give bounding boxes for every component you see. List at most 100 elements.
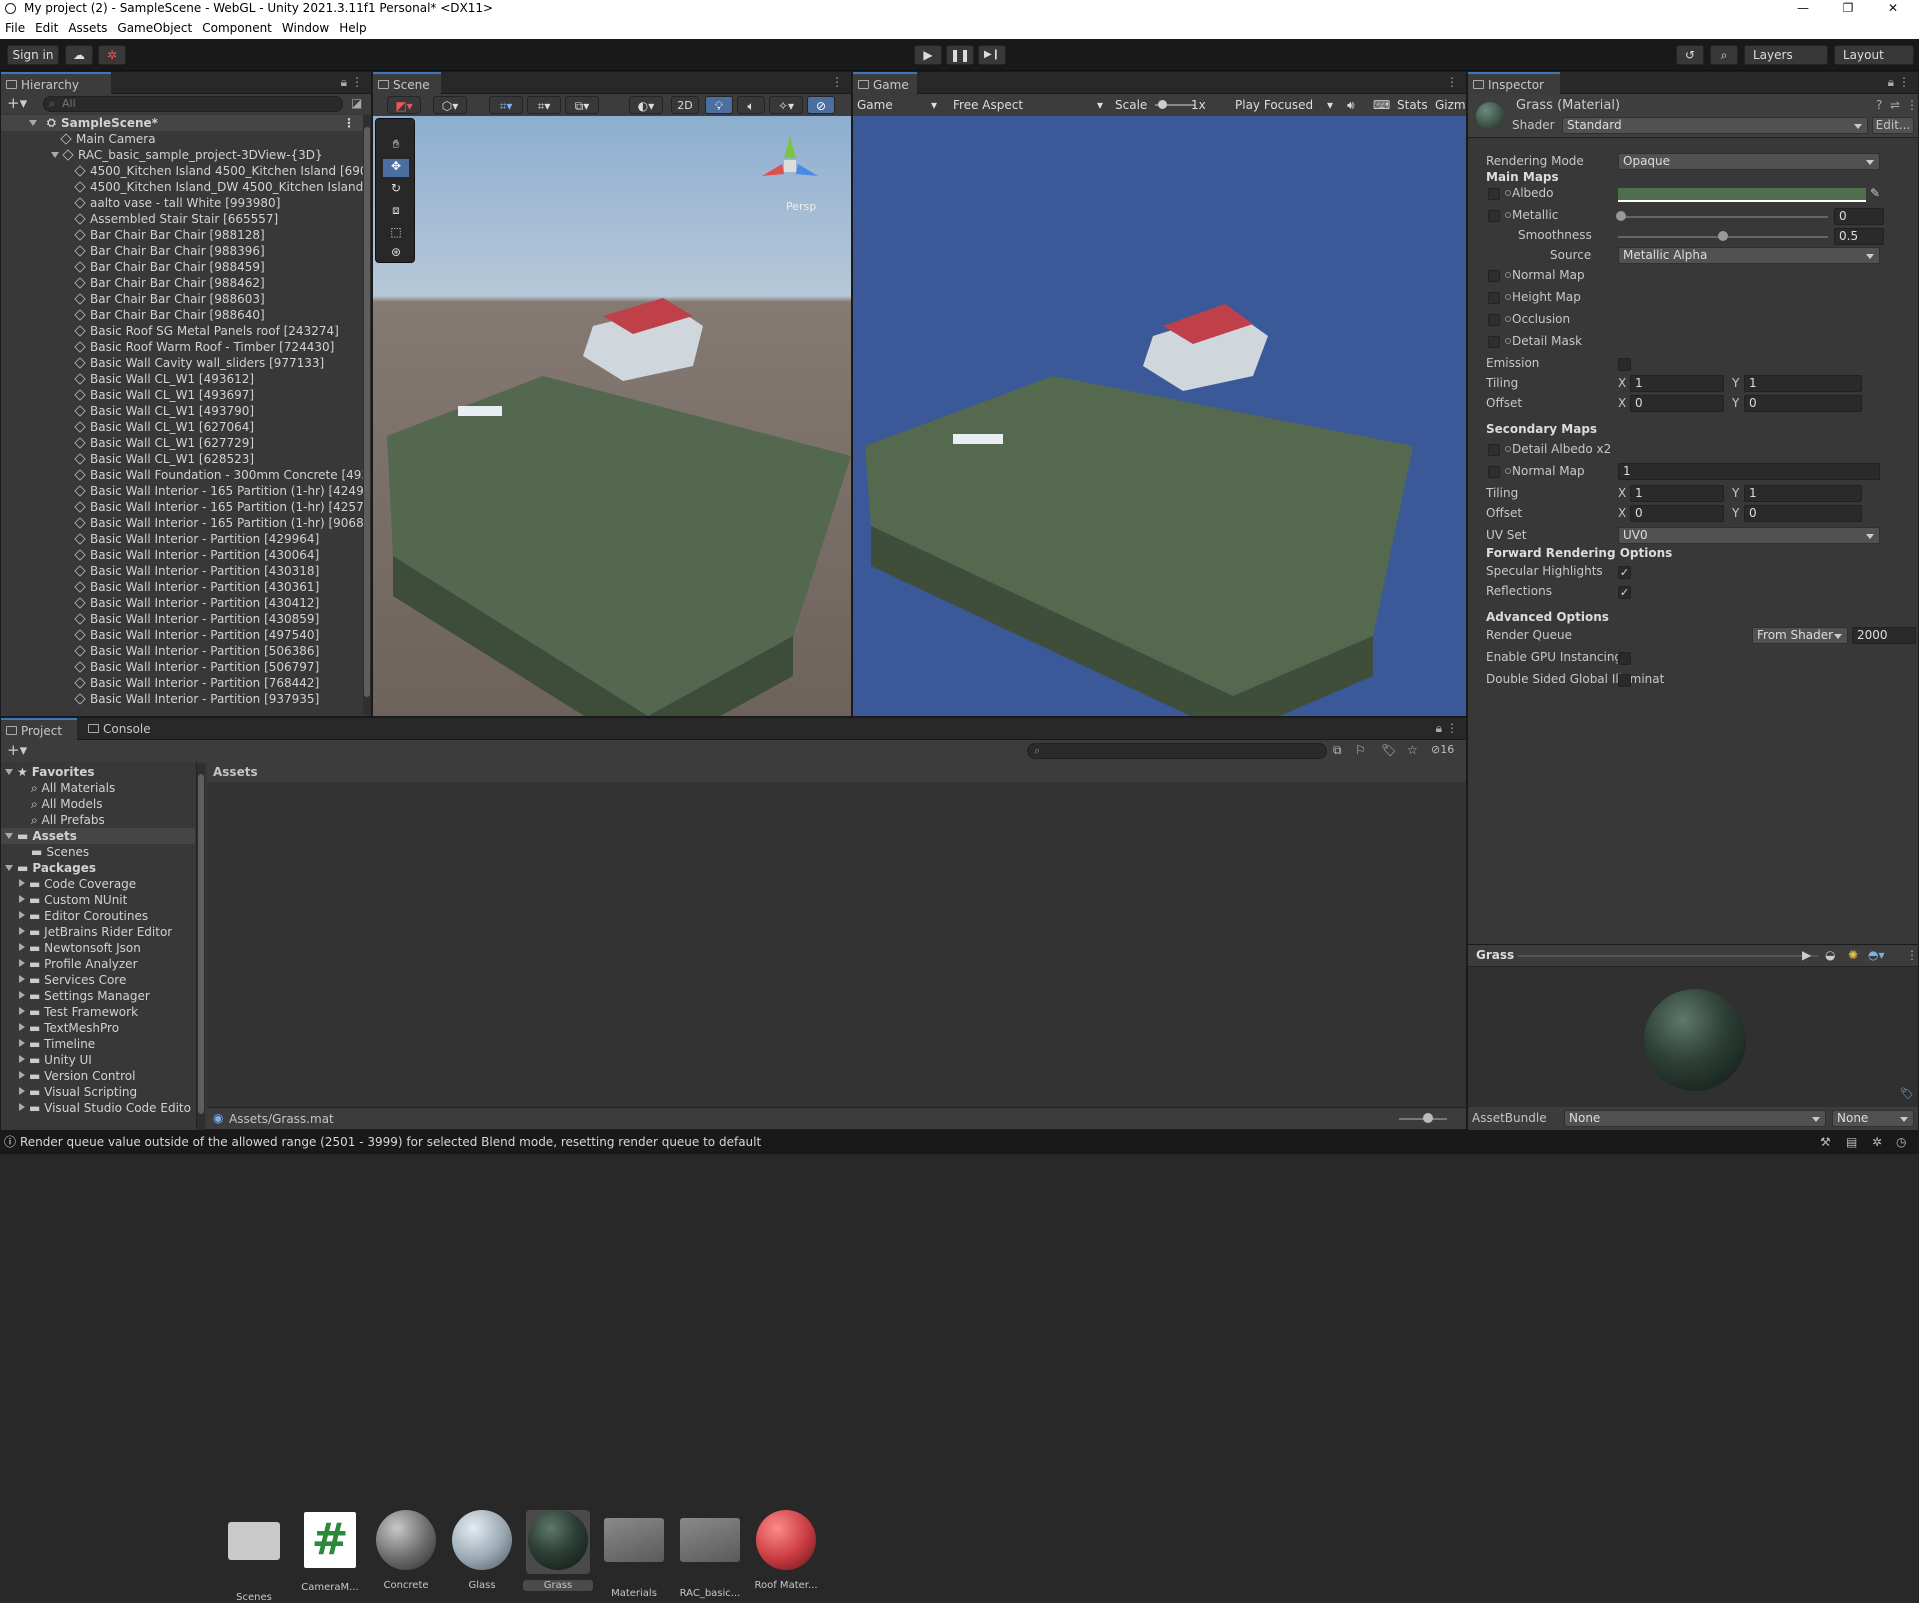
normal-map-picker-icon[interactable] — [1505, 272, 1511, 278]
auto-generate-lighting-icon[interactable]: ◷ — [1896, 1130, 1906, 1154]
hierarchy-item[interactable]: Basic Wall Interior - Partition [430064] — [1, 547, 363, 563]
hierarchy-item[interactable]: Bar Chair Bar Chair [988459] — [1, 259, 363, 275]
hierarchy-item[interactable]: Basic Wall Cavity wall_sliders [977133] — [1, 355, 363, 371]
play-mode-arrow[interactable]: ▾ — [1327, 94, 1333, 116]
specular-highlights-checkbox[interactable]: ✓ — [1618, 566, 1631, 579]
shader-dropdown[interactable]: Standard — [1562, 117, 1868, 134]
gizmo-toggle-dropdown[interactable]: ⌗▾ — [489, 96, 523, 114]
game-viewport[interactable] — [853, 116, 1466, 716]
debug-icon[interactable]: ✲ — [1872, 1130, 1882, 1154]
package-folder[interactable]: ▬ Visual Scripting — [19, 1084, 137, 1100]
metallic-slider-track[interactable] — [1618, 216, 1828, 218]
transform-tool-icon[interactable]: ⊛ — [383, 245, 409, 261]
source-dropdown[interactable]: Metallic Alpha — [1618, 247, 1880, 264]
metallic-slider-thumb[interactable] — [1616, 211, 1626, 221]
package-folder[interactable]: ▬ Timeline — [19, 1036, 95, 1052]
2d-toggle[interactable]: 2D — [671, 96, 699, 114]
hierarchy-item[interactable]: 4500_Kitchen Island 4500_Kitchen Island … — [1, 163, 363, 179]
history-icon[interactable]: ↺ — [1676, 45, 1704, 65]
render-queue-value-field[interactable]: 2000 — [1852, 627, 1916, 644]
favorites-header[interactable]: ★ Favorites — [5, 764, 94, 780]
search-by-label-icon[interactable]: ⚐ — [1355, 743, 1366, 757]
close-icon[interactable]: ✕ — [1878, 0, 1908, 17]
rect-tool-icon[interactable]: ⬚ — [383, 225, 409, 243]
favorites-star-icon[interactable]: ☆ — [1407, 743, 1418, 757]
expand-icon[interactable] — [19, 991, 25, 999]
component-menu-icon[interactable]: ⋮ — [1906, 98, 1918, 112]
package-folder[interactable]: ▬ Profile Analyzer — [19, 956, 138, 972]
edit-shader-button[interactable]: Edit... — [1872, 117, 1914, 134]
persp-label[interactable]: Persp — [786, 200, 816, 213]
sign-in-button[interactable]: Sign in — [7, 45, 59, 65]
hierarchy-item[interactable]: Basic Wall Interior - 165 Partition (1-h… — [1, 515, 363, 531]
display-dropdown-arrow[interactable]: ▾ — [931, 94, 937, 116]
hierarchy-item[interactable]: Basic Wall Interior - Partition [430859] — [1, 611, 363, 627]
expand-icon[interactable] — [19, 943, 25, 951]
eyedropper-icon[interactable]: ✎ — [1870, 186, 1880, 200]
hidden-packages-toggle[interactable]: ⊘16 — [1431, 743, 1454, 756]
expand-icon[interactable] — [19, 911, 25, 919]
lock-icon[interactable]: 🔒︎ — [1888, 75, 1894, 90]
favorite-item[interactable]: ⌕ All Prefabs — [31, 812, 105, 828]
packages-header[interactable]: ▬ Packages — [5, 860, 96, 876]
play-icon[interactable]: ▶ — [914, 45, 942, 65]
panel-menu-icon[interactable]: ⋮ — [831, 75, 843, 89]
package-folder[interactable]: ▬ Test Framework — [19, 1004, 138, 1020]
albedo-picker-icon[interactable] — [1505, 190, 1511, 196]
occlusion-slot[interactable] — [1488, 314, 1500, 326]
hierarchy-item[interactable]: Basic Wall CL_W1 [493612] — [1, 371, 363, 387]
normal-map-slot[interactable] — [1488, 270, 1500, 282]
lock-icon[interactable]: 🔒︎ — [1436, 721, 1442, 736]
progress-icon[interactable]: ⚒ — [1820, 1130, 1831, 1154]
scrollbar-thumb[interactable] — [198, 774, 204, 1114]
menu-file[interactable]: File — [0, 17, 30, 39]
package-folder[interactable]: ▬ Services Core — [19, 972, 126, 988]
aspect-dropdown-arrow[interactable]: ▾ — [1097, 94, 1103, 116]
scrollbar-thumb[interactable] — [364, 127, 370, 697]
aspect-dropdown[interactable]: Free Aspect — [953, 94, 1023, 116]
scene-row[interactable]: ⛭ SampleScene* ⋮ — [1, 115, 363, 131]
asset-item[interactable]: Materials — [599, 1508, 669, 1599]
pause-icon[interactable]: ❚❚ — [946, 45, 974, 65]
secondary-tiling-x-field[interactable]: 1 — [1630, 485, 1724, 502]
panel-menu-icon[interactable]: ⋮ — [1898, 75, 1910, 89]
scale-tool-icon[interactable]: ⧈ — [383, 203, 409, 221]
metallic-texture-slot[interactable] — [1488, 210, 1500, 222]
tab-project[interactable]: Project — [1, 718, 77, 740]
display-dropdown[interactable]: Game — [857, 94, 893, 116]
expand-icon[interactable] — [19, 959, 25, 967]
shading-mode-dropdown[interactable]: ◐▾ — [629, 96, 663, 114]
hierarchy-item[interactable]: 4500_Kitchen Island_DW 4500_Kitchen Isla… — [1, 179, 363, 195]
package-folder[interactable]: ▬ Newtonsoft Json — [19, 940, 141, 956]
stats-button[interactable]: Stats — [1397, 94, 1428, 116]
menu-edit[interactable]: Edit — [30, 17, 63, 39]
height-map-picker-icon[interactable] — [1505, 294, 1511, 300]
assets-header[interactable]: ▬ Assets — [1, 828, 195, 844]
hierarchy-scrollbar[interactable] — [363, 115, 371, 715]
panel-menu-icon[interactable]: ⋮ — [1446, 721, 1458, 735]
height-map-slot[interactable] — [1488, 292, 1500, 304]
package-folder[interactable]: ▬ Unity UI — [19, 1052, 92, 1068]
hierarchy-item[interactable]: Basic Wall CL_W1 [628523] — [1, 451, 363, 467]
asset-item[interactable]: Grass — [523, 1508, 593, 1591]
package-folder[interactable]: ▬ Custom NUnit — [19, 892, 127, 908]
offset-y-field[interactable]: 0 — [1744, 395, 1862, 412]
search-by-tag-icon[interactable]: 🏷︎ — [1381, 743, 1396, 757]
breadcrumb[interactable]: Assets — [207, 762, 1466, 782]
hierarchy-item[interactable]: Bar Chair Bar Chair [988128] — [1, 227, 363, 243]
detail-albedo-picker-icon[interactable] — [1505, 446, 1511, 452]
preview-area[interactable]: 🏷︎ — [1468, 967, 1918, 1107]
preview-background-icon[interactable]: ◓▾ — [1868, 948, 1885, 962]
uv-set-dropdown[interactable]: UV0 — [1618, 527, 1880, 544]
smoothness-slider-thumb[interactable] — [1718, 231, 1728, 241]
secondary-tiling-y-field[interactable]: 1 — [1744, 485, 1862, 502]
panel-menu-icon[interactable]: ⋮ — [1446, 75, 1458, 89]
hierarchy-item[interactable]: Assembled Stair Stair [665557] — [1, 211, 363, 227]
hierarchy-item[interactable]: Basic Roof SG Metal Panels roof [243274] — [1, 323, 363, 339]
asset-item[interactable]: Roof Mater... — [751, 1508, 821, 1591]
hierarchy-item[interactable]: Basic Wall Interior - Partition [768442] — [1, 675, 363, 691]
hierarchy-item-main-camera[interactable]: Main Camera — [1, 131, 363, 147]
metallic-picker-icon[interactable] — [1505, 212, 1511, 218]
step-icon[interactable]: ▶❙ — [978, 45, 1006, 65]
menu-window[interactable]: Window — [277, 17, 334, 39]
